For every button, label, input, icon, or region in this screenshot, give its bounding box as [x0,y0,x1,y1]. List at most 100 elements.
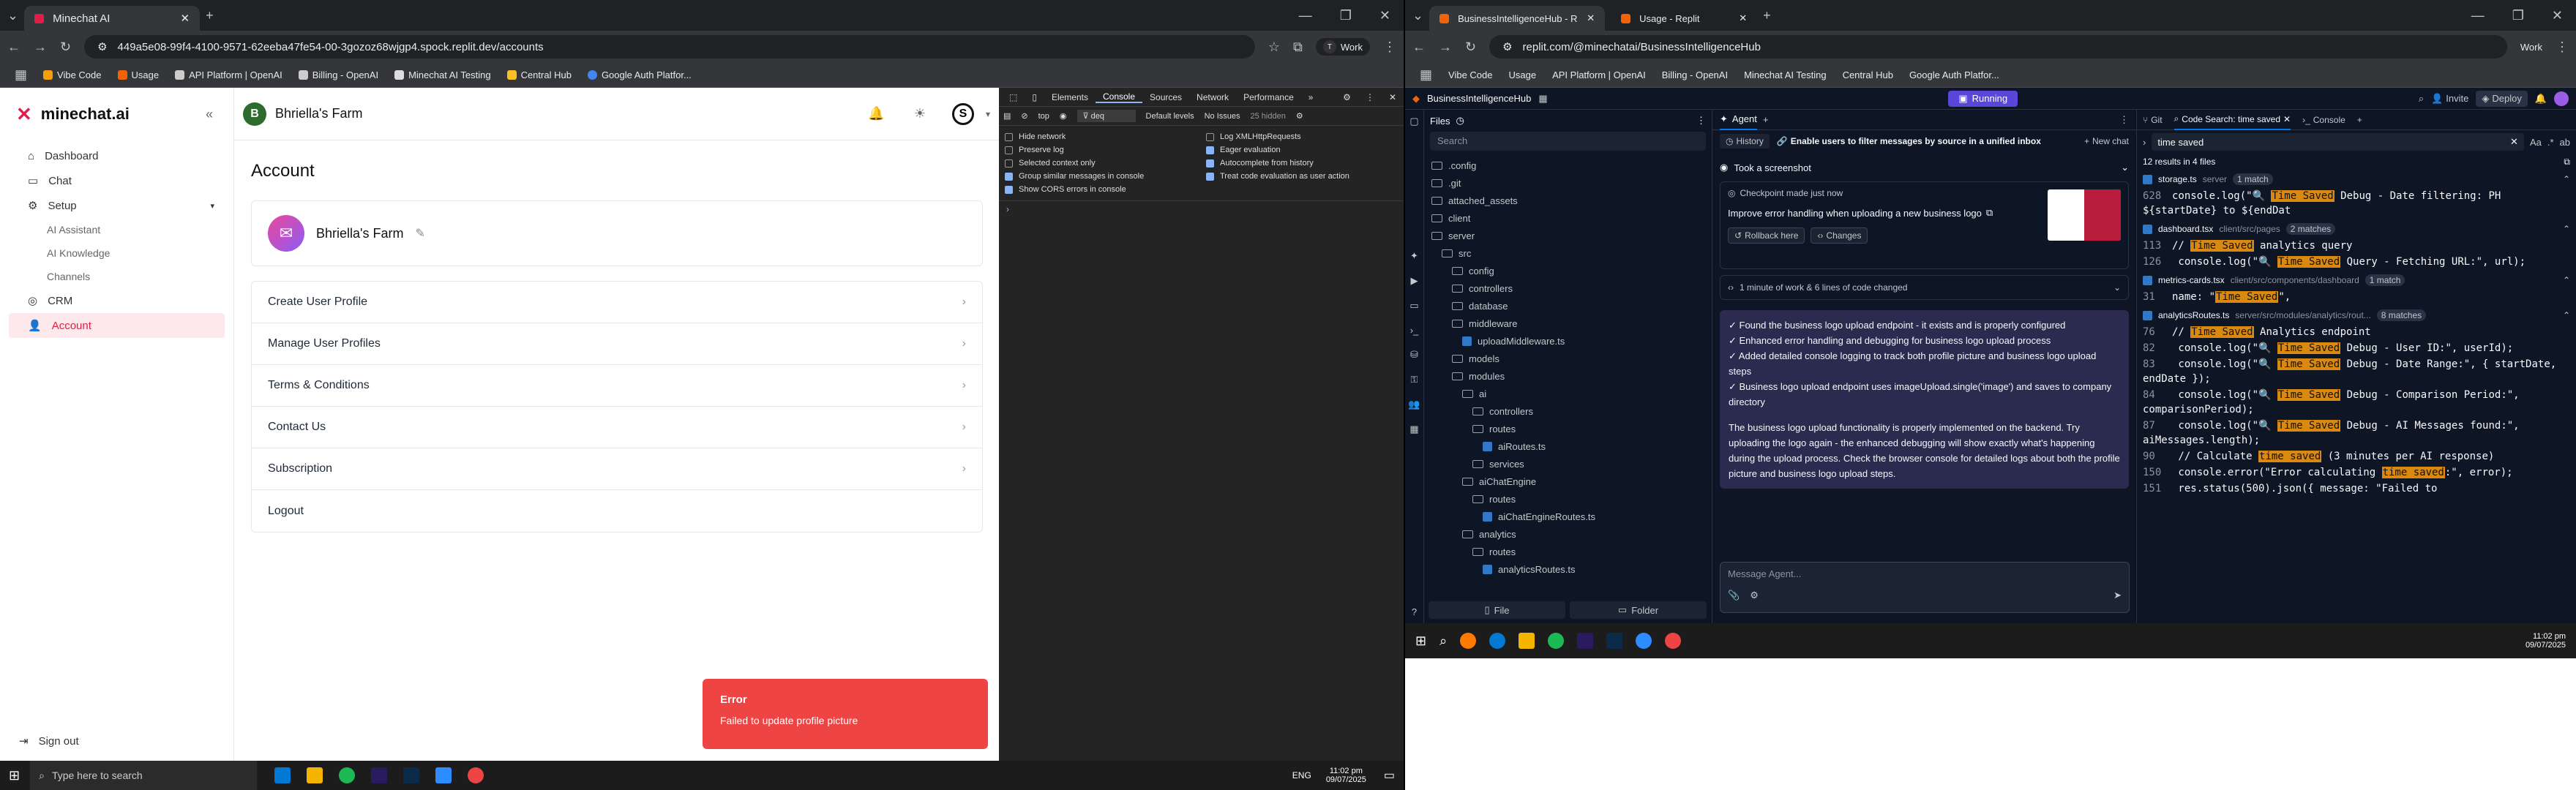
replit-logo-icon[interactable]: ◆ [1412,93,1420,105]
tree-file[interactable]: aiRoutes.ts [1431,437,1704,455]
premiere-icon[interactable] [1577,633,1594,649]
chevron-down-icon[interactable]: ▾ [986,109,990,119]
result-line[interactable]: 126 console.log("🔍 Time Saved Query - Fe… [2143,255,2570,269]
result-line[interactable]: 90 // Calculate time saved (3 minutes pe… [2143,449,2570,464]
issues-counter[interactable]: No Issues [1205,112,1240,121]
terms-conditions-row[interactable]: Terms & Conditions › [252,365,982,407]
console-setting-checkbox[interactable]: Treat code evaluation as user action [1206,170,1349,183]
match-case-icon[interactable]: Aa [2530,137,2542,148]
notifications-icon[interactable]: ▭ [1384,768,1395,783]
more-tabs-icon[interactable]: » [1301,92,1321,102]
add-tab-icon[interactable]: + [2357,115,2362,125]
bookmark-api-platform[interactable]: API Platform | OpenAI [1552,69,1646,80]
zoom-icon[interactable] [1636,633,1652,649]
new-chat-button[interactable]: + New chat [2084,136,2129,146]
sidebar-item-dashboard[interactable]: ⌂ Dashboard [9,143,225,168]
tree-folder[interactable]: analytics [1431,525,1704,543]
tab-git[interactable]: ⑂ Git [2143,115,2163,125]
add-tab-icon[interactable]: + [1763,114,1769,125]
subscription-row[interactable]: Subscription › [252,448,982,490]
clock[interactable]: 11:02 pm 09/07/2025 [2526,632,2566,650]
edit-pencil-icon[interactable]: ✎ [415,226,424,241]
avatar[interactable]: S [951,102,974,125]
bookmark-google-auth[interactable]: Google Auth Platfor... [587,69,692,80]
url-bar[interactable]: ⚙ replit.com/@minechatai/BusinessIntellig… [1489,35,2507,59]
contact-us-row[interactable]: Contact Us › [252,407,982,448]
result-line[interactable]: 83 console.log("🔍 Time Saved Debug - Dat… [2143,357,2570,386]
windows-start-icon[interactable]: ⊞ [1415,633,1426,649]
tab-agent[interactable]: ✦ Agent [1720,110,1757,130]
user-avatar[interactable] [2554,91,2569,106]
chevron-up-icon[interactable]: ⌃ [2563,224,2570,234]
tree-folder[interactable]: controllers [1431,402,1704,420]
code-search-input[interactable]: time saved ✕ [2152,133,2524,151]
apps-grid-icon[interactable]: ▦ [1420,67,1432,83]
result-line[interactable]: 31 name: "Time Saved", [2143,290,2570,304]
console-filter-input[interactable]: ⊽ deq [1077,110,1136,122]
devtools-menu-icon[interactable]: ⋮ [1358,92,1382,102]
invite-button[interactable]: 👤 Invite [2431,93,2468,105]
taskbar-search[interactable]: ⌕ Type here to search [30,761,258,790]
message-input[interactable]: Message Agent... [1728,568,2122,579]
site-info-icon[interactable]: ⚙ [97,40,107,53]
eye-icon[interactable]: ◉ [1060,111,1067,121]
result-line[interactable]: 151 res.status(500).json({ message: "Fai… [2143,481,2570,496]
maximize-icon[interactable]: ❐ [1340,8,1352,23]
regex-icon[interactable]: .* [2547,137,2554,148]
attach-icon[interactable]: 📎 [1728,590,1740,601]
close-tab-icon[interactable]: ✕ [181,12,190,25]
new-folder-button[interactable]: ▭ Folder [1570,601,1707,619]
open-in-editor-icon[interactable]: ⧉ [2564,157,2570,168]
profile-button[interactable]: T Work [1315,38,1370,56]
manage-user-profiles-row[interactable]: Manage User Profiles › [252,323,982,365]
context-selector[interactable]: top [1038,112,1049,121]
project-name[interactable]: BusinessIntelligenceHub [1427,93,1531,104]
ai-rail-icon[interactable]: ✦ [1410,250,1418,262]
whole-word-icon[interactable]: ab [2560,137,2570,148]
url-bar[interactable]: ⚙ 449a5e08-99f4-4100-9571-62eeba47fe54-0… [84,35,1255,59]
back-icon[interactable]: ← [7,40,20,55]
forward-icon[interactable]: → [1439,40,1452,55]
rollback-button[interactable]: ↺ Rollback here [1728,227,1805,244]
tab-performance[interactable]: Performance [1236,92,1301,102]
tab-list-icon[interactable]: ⌄ [1412,8,1423,23]
sidebar-item-ai-assistant[interactable]: AI Assistant [9,218,225,241]
chevron-up-icon[interactable]: ⌃ [2563,275,2570,285]
sidebar-item-crm[interactable]: ◎ CRM [9,288,225,313]
console-setting-checkbox[interactable]: Log XMLHttpRequests [1206,130,1349,143]
tree-file[interactable]: uploadMiddleware.ts [1431,332,1704,350]
deploy-button[interactable]: ◈ Deploy [2476,90,2528,107]
console-setting-checkbox[interactable]: Preserve log [1005,143,1206,157]
back-icon[interactable]: ← [1412,40,1426,55]
run-rail-icon[interactable]: ▶ [1411,275,1418,287]
device-icon[interactable]: ▯ [1025,92,1044,102]
result-line[interactable]: 113// Time Saved analytics query [2143,238,2570,253]
running-button[interactable]: ▣ Running [1948,90,2018,107]
bookmark-vibe-code[interactable]: Vibe Code [43,69,102,80]
file-explorer-icon[interactable] [1519,633,1535,649]
sidebar-item-channels[interactable]: Channels [9,265,225,288]
spotify-icon[interactable] [339,767,356,783]
clear-search-icon[interactable]: ✕ [2510,136,2518,148]
close-tab-icon[interactable]: ✕ [1587,12,1595,24]
tab-list-icon[interactable]: ⌄ [7,8,18,23]
result-file-header[interactable]: metrics-cards.tsx client/src/components/d… [2143,271,2570,290]
notification-bell-icon[interactable]: 🔔 [2535,93,2547,105]
tree-folder[interactable]: services [1431,455,1704,473]
console-setting-checkbox[interactable]: Hide network [1005,130,1206,143]
console-prompt[interactable]: › [999,201,1404,217]
message-agent-box[interactable]: Message Agent... 📎 ⚙ ➤ [1720,562,2130,613]
create-user-profile-row[interactable]: Create User Profile › [252,282,982,323]
tab-code-search[interactable]: ⌕ Code Search: time saved ✕ [2174,110,2291,130]
minimize-icon[interactable]: — [1299,8,1312,23]
chrome-icon[interactable] [1665,633,1682,649]
sidebar-item-setup[interactable]: ⚙ Setup ▾ [9,193,225,218]
tree-folder[interactable]: server [1431,227,1704,244]
preview-rail-icon[interactable]: ▭ [1409,300,1418,312]
zoom-icon[interactable] [435,767,452,783]
history-button[interactable]: ◷ History [1720,134,1770,148]
shell-rail-icon[interactable]: ›_ [1410,325,1419,336]
close-devtools-icon[interactable]: ✕ [1382,92,1404,102]
bell-icon[interactable]: 🔔 [868,106,884,121]
tab-console[interactable]: Console [1095,91,1143,103]
